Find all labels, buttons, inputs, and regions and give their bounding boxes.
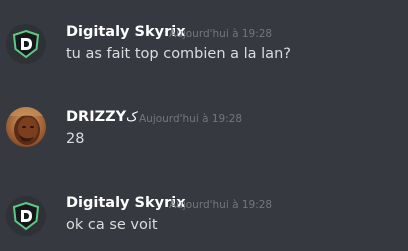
message-timestamp: Aujourd'hui à 19:28 bbox=[169, 28, 273, 40]
face-photo-icon bbox=[6, 107, 46, 147]
username[interactable]: Digitaly Skyrix bbox=[66, 195, 186, 211]
shield-logo-icon bbox=[6, 24, 46, 64]
message-item: Digitaly Skyrix Aujourd'hui à 19:28 ok c… bbox=[0, 171, 408, 251]
username[interactable]: DRIZZYک bbox=[66, 109, 138, 125]
username-suffix: ک bbox=[126, 110, 138, 125]
message-timestamp: Aujourd'hui à 19:28 bbox=[169, 199, 273, 211]
username-text: Digitaly Skyrix bbox=[66, 24, 186, 40]
message-text: tu as fait top combien a la lan? bbox=[66, 46, 291, 62]
message-item: DRIZZYک Aujourd'hui à 19:28 28 bbox=[0, 86, 408, 166]
username-text: DRIZZY bbox=[66, 109, 127, 125]
user-avatar[interactable] bbox=[6, 196, 46, 236]
message-timestamp: Aujourd'hui à 19:28 bbox=[139, 113, 243, 125]
user-avatar[interactable] bbox=[6, 24, 46, 64]
message-text: ok ca se voit bbox=[66, 217, 158, 233]
message-text: 28 bbox=[66, 131, 85, 147]
user-avatar[interactable] bbox=[6, 107, 46, 147]
username[interactable]: Digitaly Skyrix bbox=[66, 24, 186, 40]
message-item: Digitaly Skyrix Aujourd'hui à 19:28 tu a… bbox=[0, 0, 408, 80]
shield-logo-icon bbox=[6, 196, 46, 236]
username-text: Digitaly Skyrix bbox=[66, 195, 186, 211]
